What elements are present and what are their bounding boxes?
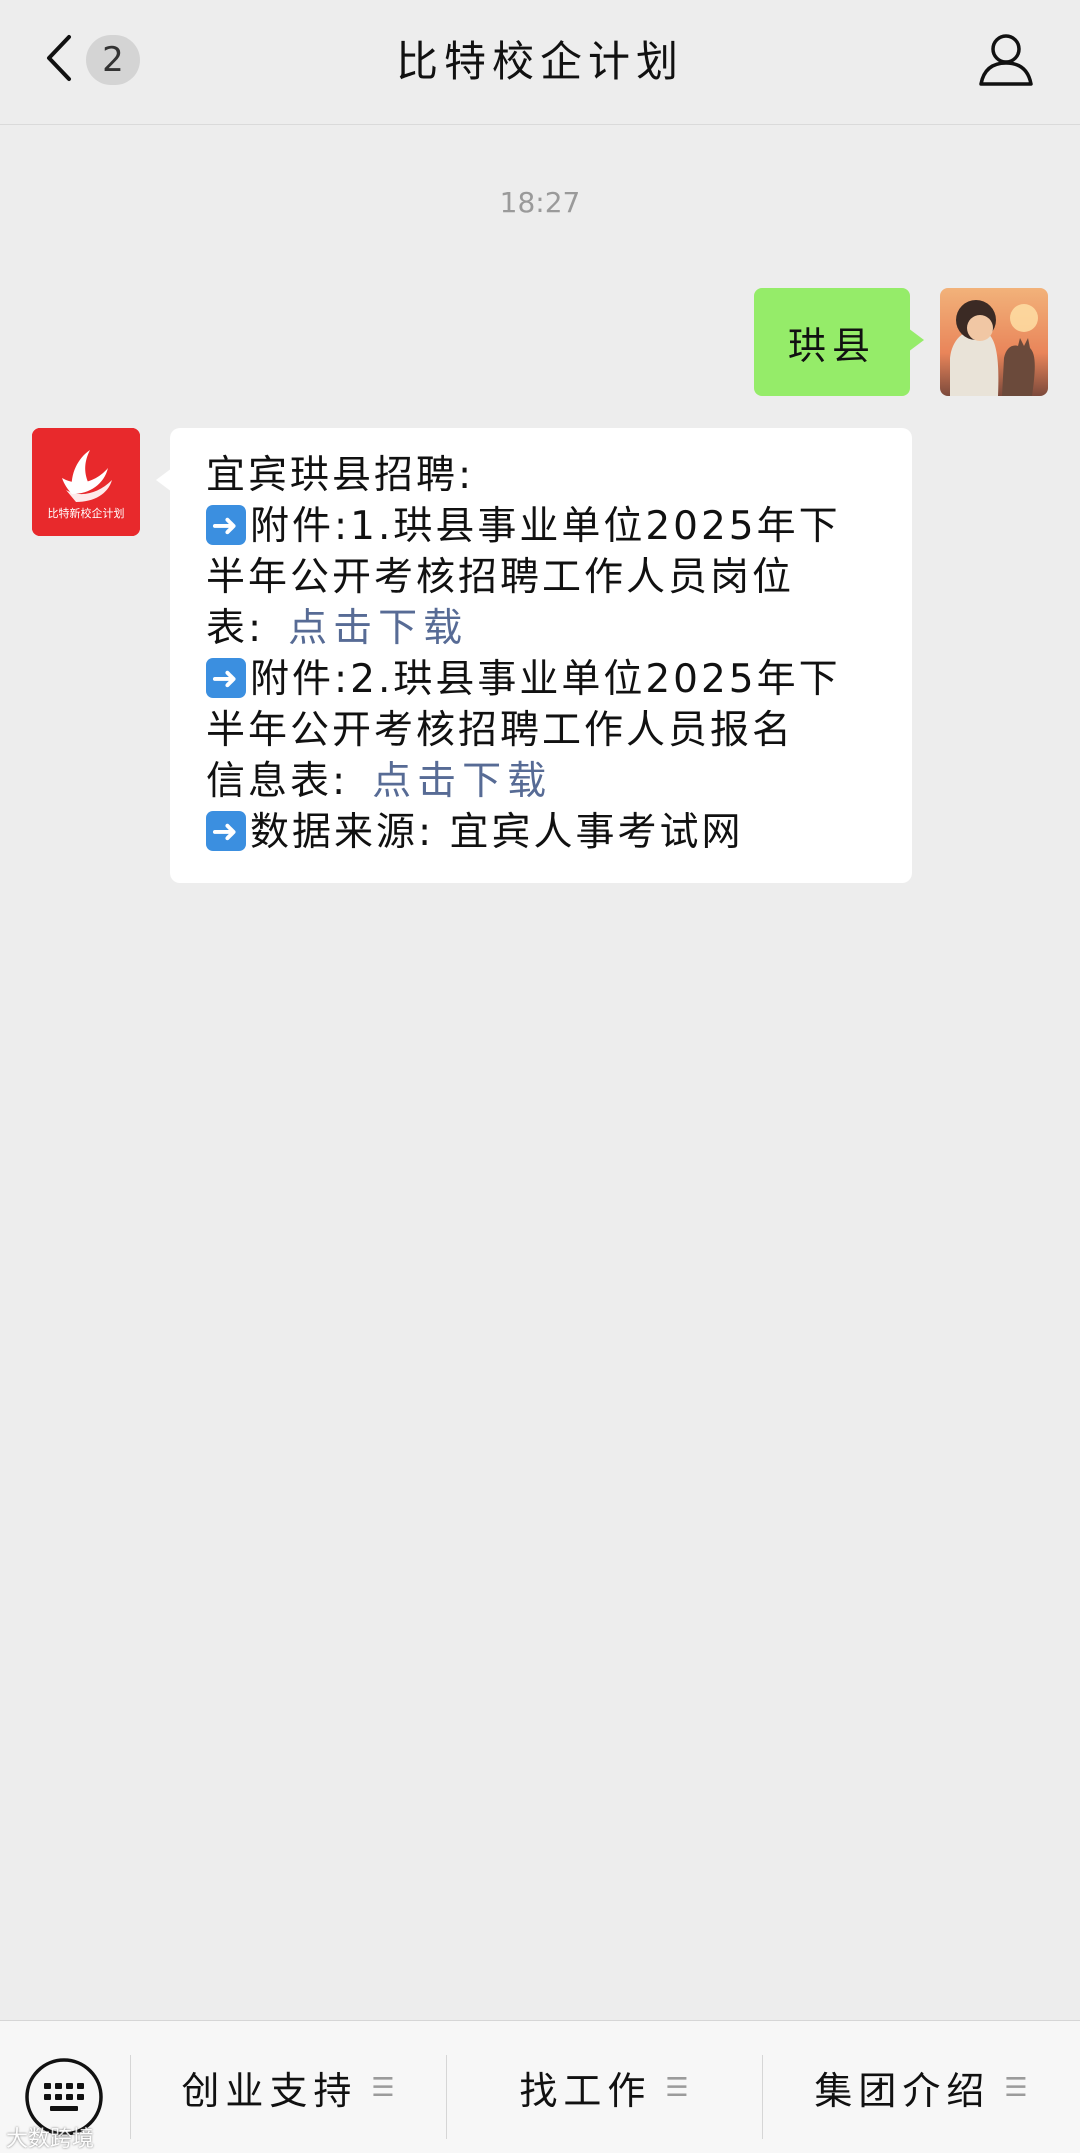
menu-list-icon: ☰ <box>371 2072 395 2103</box>
person-icon <box>979 34 1033 86</box>
download-link-1[interactable]: 点击下载 <box>288 606 468 651</box>
menu-item-group-intro[interactable]: 集团介绍 ☰ <box>762 2021 1080 2153</box>
message-line: 信息表: 点击下载 <box>206 759 553 804</box>
outgoing-message-bubble[interactable]: 珙县 <box>754 288 924 396</box>
menu-item-find-job[interactable]: 找工作 ☰ <box>446 2021 762 2153</box>
message-line: 数据来源: 宜宾人事考试网 <box>206 805 878 858</box>
menu-list-icon: ☰ <box>1004 2072 1028 2103</box>
right-arrow-emoji-icon <box>206 805 246 857</box>
top-nav-bar: 2 比特校企计划 <box>0 0 1080 125</box>
message-line: 附件:1.珙县事业单位2025年下 <box>206 499 878 552</box>
message-timestamp: 18:27 <box>499 186 581 219</box>
incoming-message-bubble[interactable]: 宜宾珙县招聘: 附件:1.珙县事业单位2025年下 半年公开考核招聘工作人员岗位… <box>156 428 912 883</box>
message-line: 宜宾珙县招聘: <box>206 453 475 498</box>
chat-screen: 2 比特校企计划 18:27 珙县 比特新校企计划 宜宾珙县招聘: ➜附件:1.… <box>0 0 1080 2153</box>
right-arrow-emoji-icon <box>206 499 246 551</box>
user-avatar-image <box>940 288 1048 396</box>
watermark: 大数跨境 <box>6 2127 95 2152</box>
right-arrow-emoji-icon <box>206 652 246 704</box>
message-line: 半年公开考核招聘工作人员报名 <box>206 708 795 753</box>
download-link-2[interactable]: 点击下载 <box>372 759 552 804</box>
brand-logo-icon: 比特新校企计划 <box>32 428 140 536</box>
message-line: 表: 点击下载 <box>206 606 469 651</box>
menu-list-icon: ☰ <box>665 2072 689 2103</box>
brand-logo-text: 比特新校企计划 <box>48 506 125 520</box>
user-avatar[interactable] <box>940 288 1048 396</box>
profile-button[interactable] <box>976 30 1036 90</box>
menu-item-startup-support[interactable]: 创业支持 ☰ <box>130 2021 446 2153</box>
message-line: 半年公开考核招聘工作人员岗位 <box>206 555 795 600</box>
official-account-avatar[interactable]: 比特新校企计划 <box>32 428 140 536</box>
message-line: 附件:2.珙县事业单位2025年下 <box>206 652 878 705</box>
page-title: 比特校企计划 <box>395 37 684 86</box>
bottom-menu-bar: 创业支持 ☰ 找工作 ☰ 集团介绍 ☰ <box>0 2020 1080 2153</box>
